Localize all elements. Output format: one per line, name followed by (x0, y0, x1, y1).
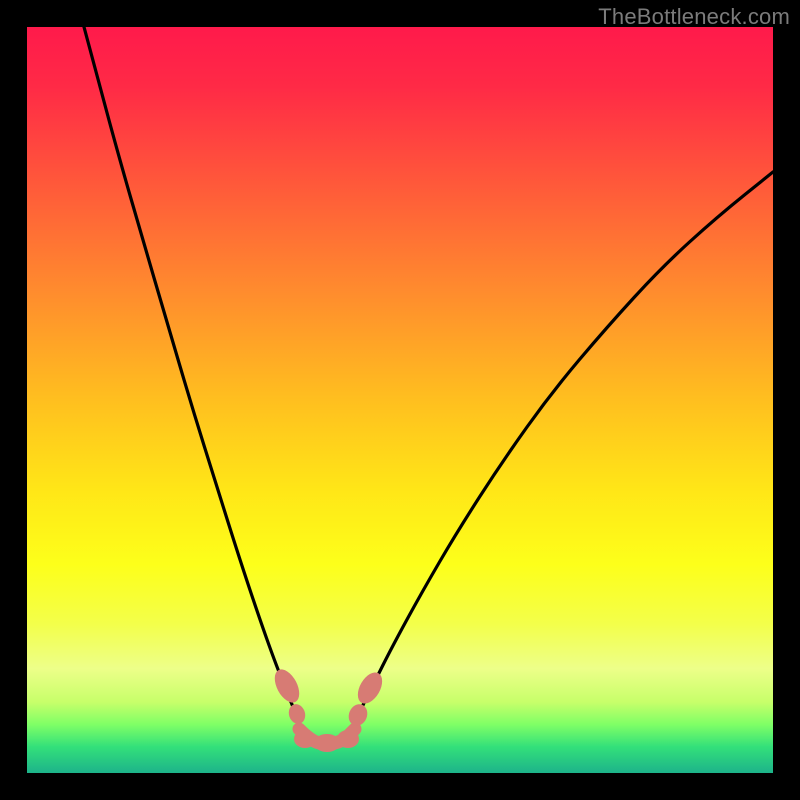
chart-svg (27, 27, 773, 773)
marker-floor-2 (314, 734, 340, 752)
watermark-text: TheBottleneck.com (598, 4, 790, 30)
marker-floor-3 (337, 730, 359, 748)
plot-area (27, 27, 773, 773)
marker-floor-1 (294, 730, 316, 748)
gradient-background (27, 27, 773, 773)
outer-black-frame: TheBottleneck.com (0, 0, 800, 800)
